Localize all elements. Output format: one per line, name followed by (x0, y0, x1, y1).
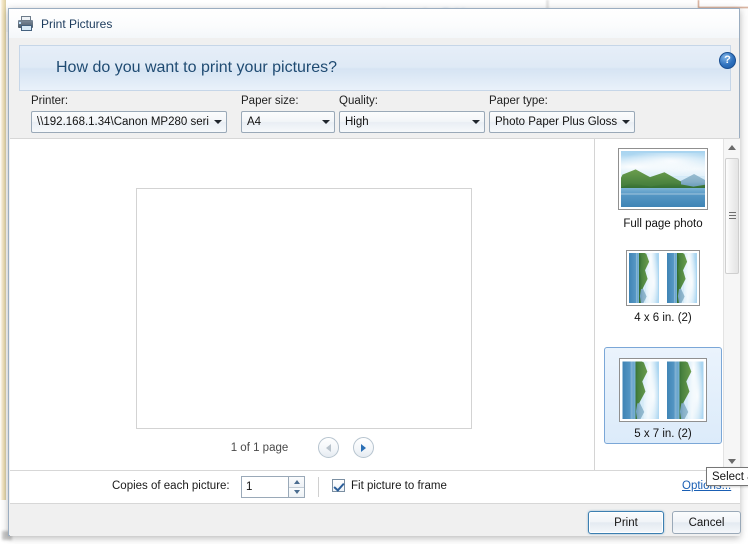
page-status: 1 of 1 page (230, 441, 289, 454)
layout-thumbnail-pair (629, 253, 697, 303)
copies-input[interactable] (241, 476, 288, 498)
paper-size-label: Paper size: (241, 95, 299, 107)
paper-size-dropdown[interactable]: A4 (241, 111, 335, 133)
spinner-down-icon[interactable] (289, 487, 304, 497)
help-icon[interactable]: ? (719, 52, 736, 69)
dialog-body: 1 of 1 page Full page photo 4 x 6 in. (2… (10, 138, 740, 471)
paper-type-field: Paper type: Photo Paper Plus Gloss (489, 95, 635, 133)
layout-option-4x6[interactable]: 4 x 6 in. (2) (604, 239, 722, 328)
printer-dropdown[interactable]: \\192.168.1.34\Canon MP280 serie (31, 111, 227, 133)
copies-spin-buttons[interactable] (288, 476, 305, 498)
banner-heading: How do you want to print your pictures? (56, 59, 338, 76)
paper-type-label: Paper type: (489, 95, 548, 107)
triangle-left-icon (326, 443, 332, 452)
layout-list[interactable]: Full page photo 4 x 6 in. (2) 5 x 7 in. … (596, 139, 740, 470)
options-separator (318, 477, 319, 497)
preview-pane: 1 of 1 page (10, 139, 595, 470)
printer-icon (18, 16, 34, 31)
background-topright-box (698, 0, 748, 8)
printer-value: \\192.168.1.34\Canon MP280 serie (37, 116, 209, 128)
chevron-down-icon (209, 120, 226, 124)
layout-thumbnail (618, 148, 708, 210)
next-page-button[interactable] (353, 437, 375, 458)
cancel-button[interactable]: Cancel (672, 511, 741, 534)
layout-thumbnail (626, 250, 700, 306)
screen: Arrange by: Folder ▾ Print Pictures (0, 0, 748, 544)
previous-page-button[interactable] (318, 437, 340, 458)
scroll-up-icon[interactable] (724, 139, 740, 156)
copies-label: Copies of each picture: (112, 480, 230, 492)
chevron-down-icon (317, 120, 334, 124)
page-preview-sheet (136, 188, 472, 429)
title-bar: Print Pictures (9, 9, 739, 38)
dialog-footer: Print Cancel (10, 504, 741, 536)
paper-size-field: Paper size: A4 (241, 95, 335, 133)
scrollbar-thumb[interactable] (725, 158, 739, 274)
dialog-banner: How do you want to print your pictures? (19, 45, 731, 91)
paper-type-dropdown[interactable]: Photo Paper Plus Gloss (489, 111, 635, 133)
background-left-strip (0, 0, 6, 544)
landscape-photo (666, 361, 704, 419)
settings-row: Printer: \\192.168.1.34\Canon MP280 seri… (19, 91, 731, 138)
quality-field: Quality: High (339, 95, 485, 133)
layout-option-full-page-photo[interactable]: Full page photo (604, 143, 722, 234)
spinner-up-icon[interactable] (289, 477, 304, 488)
layout-option-label: Full page photo (623, 218, 703, 230)
layout-list-scrollbar[interactable] (723, 139, 740, 470)
layout-thumbnail (619, 358, 707, 422)
copies-stepper[interactable] (241, 476, 305, 498)
print-button[interactable]: Print (588, 511, 664, 534)
fit-picture-checkbox[interactable] (332, 479, 345, 492)
paper-type-value: Photo Paper Plus Gloss (495, 116, 617, 128)
landscape-photo (621, 151, 705, 207)
layout-thumbnail-pair (622, 361, 704, 419)
layout-option-5x7[interactable]: 5 x 7 in. (2) (604, 347, 722, 444)
scrollbar-grip-icon (729, 212, 736, 220)
paper-size-value: A4 (247, 116, 262, 128)
landscape-photo (622, 361, 660, 419)
page-navigation: 1 of 1 page (10, 437, 595, 458)
fit-picture-label: Fit picture to frame (351, 479, 447, 492)
layout-option-label: 4 x 6 in. (2) (634, 312, 692, 324)
chevron-down-icon (617, 120, 634, 124)
quality-dropdown[interactable]: High (339, 111, 485, 133)
printer-field: Printer: \\192.168.1.34\Canon MP280 seri… (31, 95, 227, 133)
landscape-photo (629, 253, 660, 303)
fit-picture-to-frame-option[interactable]: Fit picture to frame (332, 479, 447, 492)
chevron-down-icon (467, 120, 484, 124)
window-title: Print Pictures (41, 16, 113, 31)
options-row: Copies of each picture: Fit picture to f… (10, 471, 740, 504)
printer-label: Printer: (31, 95, 69, 107)
layout-option-label: 5 x 7 in. (2) (634, 428, 692, 440)
layout-tooltip: Select a la (706, 467, 748, 486)
quality-value: High (345, 116, 369, 128)
triangle-right-icon (361, 443, 367, 452)
landscape-photo (666, 253, 697, 303)
quality-label: Quality: (339, 95, 378, 107)
print-pictures-dialog: Print Pictures How do you want to print … (8, 8, 748, 536)
